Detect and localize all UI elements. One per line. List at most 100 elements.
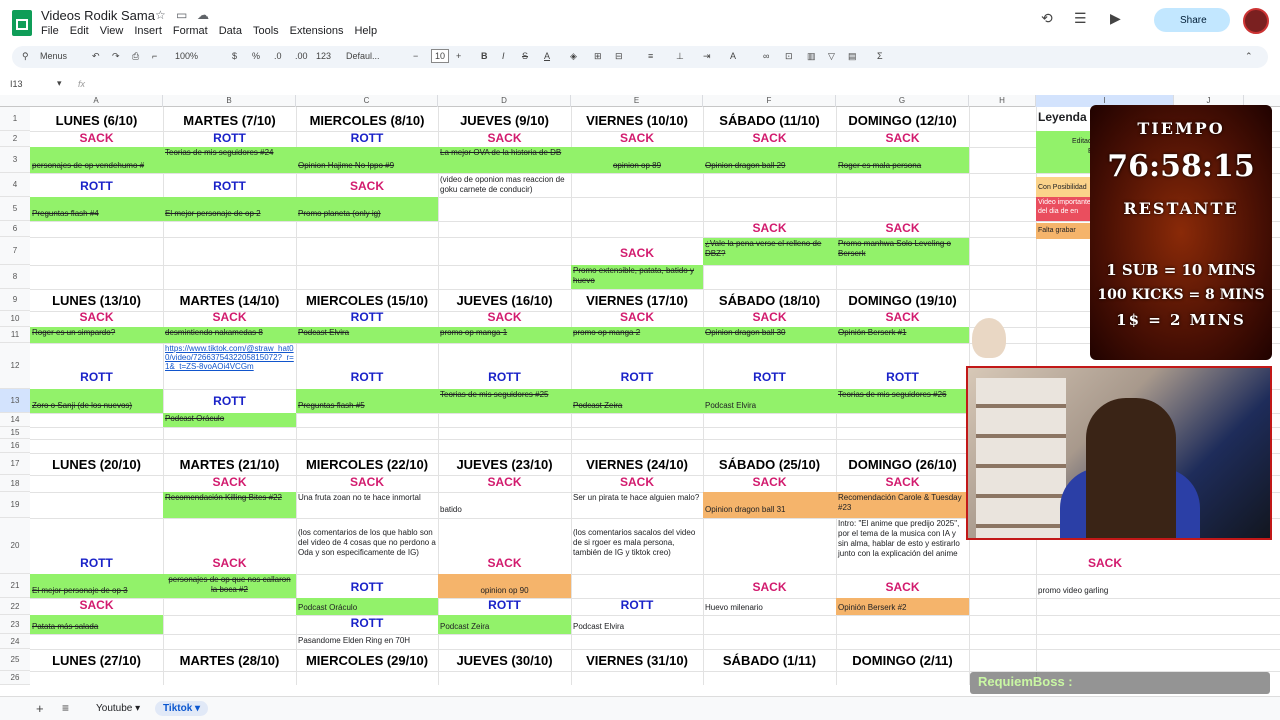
day-header[interactable]: VIERNES (10/10) <box>571 109 703 131</box>
video-cell[interactable]: opinion op 90 <box>438 574 571 598</box>
wrap-icon[interactable]: ⇥ <box>703 51 711 62</box>
host-cell[interactable]: SACK <box>836 222 969 237</box>
row-13[interactable]: 13 <box>0 389 30 413</box>
video-cell[interactable]: Recomendación Carole & Tuesday #23 <box>836 492 969 518</box>
video-cell[interactable]: Teorias de mis seguidores #26 <box>836 389 969 413</box>
video-cell[interactable]: El mejor personaje de op 3 <box>30 574 163 598</box>
video-cell[interactable]: Pasandome Elden Ring en 70H <box>296 635 438 649</box>
day-header[interactable]: MIERCOLES (29/10) <box>296 649 438 671</box>
day-header[interactable]: JUEVES (23/10) <box>438 453 571 475</box>
note-cell[interactable]: (los comentarios de los que hablo son de… <box>296 527 438 573</box>
align-icon[interactable]: ≡ <box>648 51 653 61</box>
video-cell[interactable]: promo video garling <box>1036 585 1174 598</box>
col-d[interactable]: D <box>438 95 571 107</box>
video-cell[interactable]: Opinión Berserk #1 <box>836 327 969 343</box>
host-cell[interactable]: SACK <box>836 132 969 147</box>
host-cell[interactable]: SACK <box>163 557 296 573</box>
link-icon[interactable]: ∞ <box>763 51 769 61</box>
decrease-decimal-button[interactable]: .0 <box>274 51 282 61</box>
note-cell[interactable]: Intro: "El anime que predijo 2025", por … <box>836 518 969 574</box>
host-cell[interactable]: ROTT <box>703 371 836 387</box>
video-cell[interactable]: Podcast Oráculo <box>163 413 296 427</box>
day-header[interactable]: SÁBADO (25/10) <box>703 453 836 475</box>
host-cell[interactable]: SACK <box>438 557 571 573</box>
col-f[interactable]: F <box>703 95 836 107</box>
row-1[interactable]: 1 <box>0 107 30 131</box>
menu-insert[interactable]: Insert <box>134 25 162 37</box>
print-icon[interactable]: ⎙ <box>132 51 139 62</box>
folder-icon[interactable]: ▭ <box>176 8 187 22</box>
host-cell[interactable]: ROTT <box>163 395 296 411</box>
day-header[interactable]: JUEVES (9/10) <box>438 109 571 131</box>
row-5[interactable]: 5 <box>0 197 30 221</box>
comment-icon[interactable]: ⊡ <box>785 51 793 62</box>
host-cell[interactable]: SACK <box>438 311 571 327</box>
video-cell[interactable]: Podcast Elvira <box>703 389 836 413</box>
host-cell[interactable]: ROTT <box>296 581 438 597</box>
day-header[interactable]: DOMINGO (19/10) <box>836 289 969 311</box>
host-cell[interactable]: SACK <box>836 311 969 327</box>
video-cell[interactable]: Promo manhwa Solo Leveling o Berserk <box>836 238 969 265</box>
host-cell[interactable]: SACK <box>30 599 163 615</box>
host-cell[interactable]: ROTT <box>438 599 571 615</box>
merge-icon[interactable]: ⊟ <box>615 51 623 62</box>
day-header[interactable]: VIERNES (31/10) <box>571 649 703 671</box>
host-cell[interactable]: ROTT <box>296 132 438 147</box>
star-icon[interactable]: ☆ <box>155 8 166 22</box>
row-14[interactable]: 14 <box>0 413 30 427</box>
video-cell[interactable]: promo op manga 2 <box>571 327 703 343</box>
row-19[interactable]: 19 <box>0 492 30 518</box>
collapse-icon[interactable]: ⌃ <box>1245 51 1253 62</box>
video-cell[interactable]: Recomendación Killing Bites #22 <box>163 492 296 518</box>
menu-help[interactable]: Help <box>354 25 377 37</box>
video-cell[interactable]: Podcast Elvira <box>571 615 703 634</box>
host-cell[interactable]: SACK <box>30 132 163 147</box>
host-cell[interactable]: SACK <box>836 581 969 597</box>
col-b[interactable]: B <box>163 95 296 107</box>
video-cell[interactable]: Huevo milenario <box>703 598 836 615</box>
video-cell[interactable]: desmintiendo nakamedas 8 <box>163 327 296 343</box>
add-sheet-icon[interactable]: + <box>36 701 44 716</box>
host-cell[interactable]: SACK <box>438 132 571 147</box>
video-cell[interactable]: ¿Vale la pena verse el relleno de DBZ? <box>703 238 836 265</box>
host-cell[interactable]: ROTT <box>571 599 703 615</box>
filter-views-icon[interactable]: ▤ <box>848 51 857 62</box>
menu-extensions[interactable]: Extensions <box>290 25 344 37</box>
all-sheets-icon[interactable]: ≡ <box>62 701 69 715</box>
row-23[interactable]: 23 <box>0 615 30 634</box>
tab-tiktok[interactable]: Tiktok ▾ <box>155 701 209 716</box>
host-cell[interactable]: SACK <box>703 311 836 327</box>
menu-format[interactable]: Format <box>173 25 208 37</box>
search-icon[interactable]: ⚲ <box>22 51 29 62</box>
row-24[interactable]: 24 <box>0 634 30 649</box>
host-cell[interactable]: SACK <box>703 581 836 597</box>
zoom-select[interactable]: 100% <box>175 51 198 61</box>
document-title[interactable]: Videos Rodik Sama <box>41 8 155 23</box>
note-cell[interactable]: (video de oponion mas reaccion de goku c… <box>438 174 571 196</box>
host-cell[interactable]: ROTT <box>438 371 571 387</box>
increase-decimal-button[interactable]: .00 <box>295 51 308 61</box>
video-cell[interactable]: batido <box>438 492 571 518</box>
day-header[interactable]: DOMINGO (26/10) <box>836 453 969 475</box>
host-cell[interactable]: SACK <box>163 311 296 327</box>
menu-view[interactable]: View <box>100 25 124 37</box>
host-cell[interactable]: SACK <box>571 247 703 263</box>
row-6[interactable]: 6 <box>0 221 30 237</box>
host-cell[interactable]: SACK <box>571 311 703 327</box>
video-cell[interactable]: Podcast Elvira <box>296 327 438 343</box>
host-cell[interactable]: ROTT <box>163 180 296 196</box>
day-header[interactable]: LUNES (20/10) <box>30 453 163 475</box>
host-cell[interactable]: SACK <box>163 476 296 492</box>
name-box[interactable]: I13 <box>10 79 23 89</box>
row-26[interactable]: 26 <box>0 671 30 685</box>
share-button[interactable]: Share <box>1154 8 1230 32</box>
menu-file[interactable]: File <box>41 25 59 37</box>
host-cell[interactable]: ROTT <box>836 371 969 387</box>
host-cell[interactable]: SACK <box>438 476 571 492</box>
host-cell[interactable]: SACK <box>296 476 438 492</box>
day-header[interactable]: VIERNES (17/10) <box>571 289 703 311</box>
comments-icon[interactable]: ☰ <box>1074 10 1087 27</box>
host-cell[interactable]: SACK <box>703 476 836 492</box>
menu-tools[interactable]: Tools <box>253 25 279 37</box>
cloud-icon[interactable]: ☁ <box>197 8 209 22</box>
